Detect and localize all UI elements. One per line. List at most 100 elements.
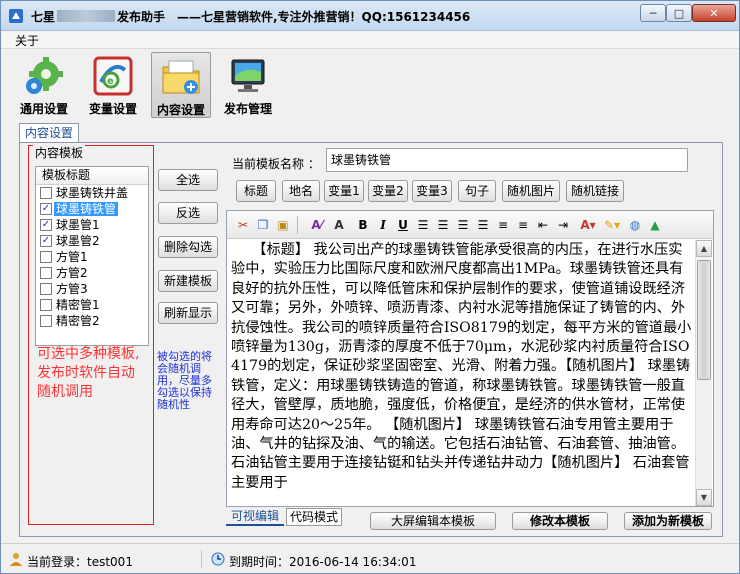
checkbox[interactable] [40,299,52,311]
clock-icon [211,552,225,566]
checkbox[interactable] [40,187,52,199]
list-item-label: 精密管2 [56,314,100,328]
toolbar-label: 发布管理 [223,102,272,116]
copy-icon[interactable]: ❐ [255,217,271,233]
window-title: 七星 发布助手 [31,8,165,25]
scroll-thumb[interactable] [697,260,711,380]
content-folder-icon [162,60,200,94]
align-center-icon[interactable]: ☰ [435,217,451,233]
ordered-list-icon[interactable]: ≡ [495,217,511,233]
close-button[interactable]: ✕ [692,4,736,22]
list-item[interactable]: 方管2 [36,265,148,281]
status-separator [201,550,202,568]
list-item-label: 球墨管1 [56,218,100,232]
indent-icon[interactable]: ⇥ [555,217,571,233]
template-name-input[interactable]: 球墨铸铁管 [326,148,688,172]
list-item-label: 精密管1 [56,298,100,312]
app-icon [9,9,23,23]
insert-sentence-button[interactable]: 句子 [458,180,496,202]
paste-icon[interactable]: ▣ [275,217,291,233]
insert-random-link-button[interactable]: 随机链接 [566,180,624,202]
insert-place-button[interactable]: 地名 [282,180,320,202]
editor-scrollbar[interactable]: ▲ ▼ [695,240,712,506]
highlight-color-icon[interactable]: ✎▾ [601,217,623,233]
list-item-label: 球墨铸铁管 [54,202,119,216]
list-header[interactable]: 模板标题 [36,167,148,185]
list-item-label: 球墨铸铁井盖 [56,186,129,200]
list-item[interactable]: 方管3 [36,281,148,297]
add-new-template-button[interactable]: 添加为新模板 [624,512,712,530]
font-family-icon[interactable]: A⁄ [305,217,329,233]
align-right-icon[interactable]: ☰ [455,217,471,233]
font-size-icon[interactable]: A [331,217,347,233]
tab-content-settings[interactable]: 内容设置 [19,123,79,143]
template-list[interactable]: 模板标题 球墨铸铁井盖 ✓ 球墨铸铁管 ✓ 球墨管1 ✓ 球墨管2 方管1 方管… [35,166,149,346]
new-template-button[interactable]: 新建模板 [158,270,218,292]
checkbox-checked[interactable]: ✓ [40,219,52,231]
toolbar-publish-management[interactable]: 发布管理 [217,52,279,118]
align-justify-icon[interactable]: ☰ [475,217,491,233]
list-item[interactable]: 精密管1 [36,297,148,313]
list-item-label: 方管3 [56,282,88,296]
toolbar-label: 内容设置 [156,103,205,117]
template-name-label: 当前模板名称 ： [232,157,320,171]
insert-random-image-button[interactable]: 随机图片 [502,180,560,202]
user-icon [10,553,22,566]
main-toolbar: 通用设置 e 变量设置 内容设置 发布管理 [1,49,739,121]
list-item[interactable]: ✓ 球墨管1 [36,217,148,233]
checkbox[interactable] [40,315,52,327]
menu-about[interactable]: 关于 [15,32,39,49]
tab-code-mode[interactable]: 代码模式 [286,508,342,526]
tab-visual-edit[interactable]: 可视编辑 [226,508,284,526]
checkbox[interactable] [40,251,52,263]
list-item[interactable]: 方管1 [36,249,148,265]
insert-var2-button[interactable]: 变量2 [368,180,408,202]
select-all-button[interactable]: 全选 [158,169,218,191]
editor-content[interactable]: 【标题】 我公司出产的球墨铸铁管能承受很高的内压，在进行水压实验中，实验压力比国… [231,241,693,506]
refresh-button[interactable]: 刷新显示 [158,302,218,324]
toolbar-label: 变量设置 [88,102,137,116]
unordered-list-icon[interactable]: ≡ [515,217,531,233]
maximize-button[interactable]: □ [666,4,692,22]
toolbar-variable-settings[interactable]: e 变量设置 [83,52,143,118]
toolbar-content-settings[interactable]: 内容设置 [151,52,211,118]
status-bar: 当前登录：test001 到期时间：2016-06-14 16:34:01 [1,543,739,573]
italic-icon[interactable]: I [375,217,391,233]
window-slogan: ——七星营销软件,专注外推营销！QQ:1561234456 [177,10,471,24]
checkbox[interactable] [40,267,52,279]
scroll-up-icon[interactable]: ▲ [696,240,712,257]
toolbar-label: 通用设置 [19,102,68,116]
delete-checked-button[interactable]: 删除勾选 [158,236,218,258]
list-item[interactable]: ✓ 球墨铸铁管 [36,201,148,217]
fullscreen-edit-button[interactable]: 大屏编辑本模板 [370,512,496,530]
cut-icon[interactable]: ✂ [235,217,251,233]
font-color-icon[interactable]: A▾ [577,217,599,233]
insert-var3-button[interactable]: 变量3 [412,180,452,202]
checkbox-checked[interactable]: ✓ [40,235,52,247]
title-bar[interactable]: 七星 发布助手 ——七星营销软件,专注外推营销！QQ:1561234456 ─ □… [1,1,739,31]
insert-var1-button[interactable]: 变量1 [324,180,364,202]
modify-template-button[interactable]: 修改本模板 [512,512,608,530]
link-globe-icon[interactable]: ◍ [627,217,643,233]
template-groupbox: 内容模板 模板标题 球墨铸铁井盖 ✓ 球墨铸铁管 ✓ 球墨管1 ✓ 球墨管2 方… [28,144,154,525]
underline-icon[interactable]: U [395,217,411,233]
list-item[interactable]: 精密管2 [36,313,148,329]
invert-selection-button[interactable]: 反选 [158,202,218,224]
image-icon[interactable]: ▲ [647,217,663,233]
random-template-hint: 可选中多种模板,发布时软件自动随机调用 [37,346,140,400]
checkbox[interactable] [40,283,52,295]
expiry-status: 到期时间：2016-06-14 16:34:01 [229,555,417,569]
minimize-button[interactable]: ─ [640,4,666,22]
toolbar-separator [297,216,298,234]
checkbox-checked[interactable]: ✓ [40,203,52,215]
bold-icon[interactable]: B [355,217,371,233]
align-left-icon[interactable]: ☰ [415,217,431,233]
outdent-icon[interactable]: ⇤ [535,217,551,233]
list-item[interactable]: 球墨铸铁井盖 [36,185,148,201]
insert-title-button[interactable]: 标题 [236,180,276,202]
scroll-down-icon[interactable]: ▼ [696,489,712,506]
toolbar-general-settings[interactable]: 通用设置 [11,52,77,118]
list-item[interactable]: ✓ 球墨管2 [36,233,148,249]
variable-icon: e [93,56,133,96]
login-status: 当前登录：test001 [27,555,133,569]
